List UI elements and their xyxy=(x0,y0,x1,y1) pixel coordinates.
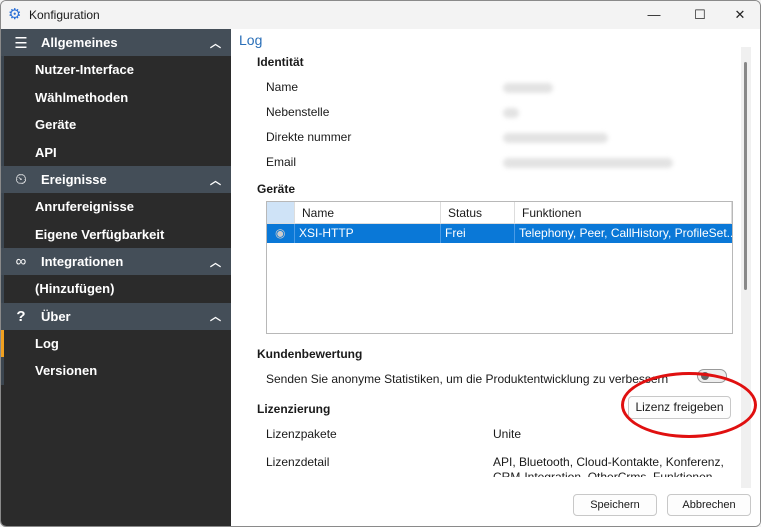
section-integrationen[interactable]: ∞ Integrationen ︿ xyxy=(1,248,231,275)
sidebar: ☰ Allgemeines ︿ Nutzer-Interface Wählmetho… xyxy=(1,29,231,526)
minimize-button[interactable]: — xyxy=(631,1,677,29)
question-icon: ? xyxy=(16,307,26,325)
section-allgemeines[interactable]: ☰ Allgemeines ︿ xyxy=(1,29,231,56)
section-label: Über xyxy=(41,308,71,324)
save-button[interactable]: Speichern xyxy=(573,494,657,516)
column-header-name[interactable]: Name xyxy=(295,202,441,224)
column-header-icon xyxy=(267,202,295,224)
statistics-toggle[interactable] xyxy=(697,369,727,383)
direct-number-label: Direkte nummer xyxy=(266,130,352,144)
devices-heading: Geräte xyxy=(257,182,296,196)
sidebar-item-geraete[interactable]: Geräte xyxy=(1,111,231,139)
section-label: Ereignisse xyxy=(41,172,107,187)
link-icon: ∞ xyxy=(15,253,27,270)
footer: Speichern Abbrechen xyxy=(231,488,760,526)
name-value-redacted xyxy=(503,83,553,93)
section-ueber[interactable]: ? Über ︿ xyxy=(1,302,231,330)
section-ereignisse[interactable]: ⏲ Ereignisse ︿ xyxy=(1,166,231,193)
page-title: Log xyxy=(239,32,263,48)
gear-icon: ⚙ xyxy=(8,6,22,23)
device-status: Frei xyxy=(441,224,515,243)
feedback-heading: Kundenbewertung xyxy=(257,347,363,361)
scrollbar-thumb[interactable] xyxy=(744,62,747,290)
title-bar: ⚙ Konfiguration — ☐ ✕ xyxy=(1,1,760,29)
license-detail-value: API, Bluetooth, Cloud-Kontakte, Konferen… xyxy=(493,455,724,477)
scrollbar[interactable] xyxy=(741,47,751,497)
events-icon: ⏲ xyxy=(15,171,27,188)
sidebar-item-log[interactable]: Log xyxy=(1,329,231,357)
window-title: Konfiguration xyxy=(29,8,100,22)
direct-number-value-redacted xyxy=(503,133,608,143)
sidebar-item-eigene-verfuegbarkeit[interactable]: Eigene Verfügbarkeit xyxy=(1,220,231,248)
section-label: Integrationen xyxy=(41,254,124,269)
close-button[interactable]: ✕ xyxy=(717,1,760,29)
release-license-button[interactable]: Lizenz freigeben xyxy=(628,396,731,419)
menu-icon: ☰ xyxy=(14,34,28,52)
sidebar-item-api[interactable]: API xyxy=(1,138,231,166)
sidebar-item-anrufereignisse[interactable]: Anrufereignisse xyxy=(1,193,231,221)
chevron-up-icon[interactable]: ︿ xyxy=(210,254,221,270)
sidebar-item-waehlmethoden[interactable]: Wählmethoden xyxy=(1,83,231,111)
cancel-button[interactable]: Abbrechen xyxy=(667,494,751,516)
config-window: ⚙ Konfiguration — ☐ ✕ ☰ Allgemeines ︿ Nutz… xyxy=(0,0,761,527)
sidebar-item-versionen[interactable]: Versionen xyxy=(1,357,231,385)
table-row[interactable]: ◉ XSI-HTTP Frei Telephony, Peer, CallHis… xyxy=(267,224,732,243)
device-functions: Telephony, Peer, CallHistory, ProfileSet… xyxy=(519,226,732,240)
chevron-up-icon[interactable]: ︿ xyxy=(210,35,221,51)
section-label: Allgemeines xyxy=(41,35,118,50)
email-label: Email xyxy=(266,155,297,169)
column-header-status[interactable]: Status xyxy=(441,202,515,224)
main-content: Log Identität Name Nebenstelle Direkte n… xyxy=(231,29,760,526)
feedback-text: Senden Sie anonyme Statistiken, um die P… xyxy=(266,372,669,386)
device-name: XSI-HTTP xyxy=(295,224,441,243)
identity-heading: Identität xyxy=(257,55,304,69)
devices-table: Name Status Funktionen ◉ XSI-HTTP Frei T… xyxy=(266,201,733,334)
license-detail-label: Lizenzdetail xyxy=(266,455,330,469)
extension-label: Nebenstelle xyxy=(266,105,330,119)
column-header-functions[interactable]: Funktionen xyxy=(515,202,732,224)
license-packages-label: Lizenzpakete xyxy=(266,427,337,441)
device-icon: ◉ xyxy=(267,224,295,243)
license-packages-value: Unite xyxy=(493,427,522,441)
extension-value-redacted xyxy=(503,108,519,118)
licensing-heading: Lizenzierung xyxy=(257,402,331,416)
sidebar-item-hinzufuegen[interactable]: (Hinzufügen) xyxy=(1,275,231,303)
chevron-up-icon[interactable]: ︿ xyxy=(210,308,221,324)
name-label: Name xyxy=(266,80,299,94)
email-value-redacted xyxy=(503,158,673,168)
sidebar-item-nutzer-interface[interactable]: Nutzer-Interface xyxy=(1,56,231,84)
chevron-up-icon[interactable]: ︿ xyxy=(210,172,221,188)
